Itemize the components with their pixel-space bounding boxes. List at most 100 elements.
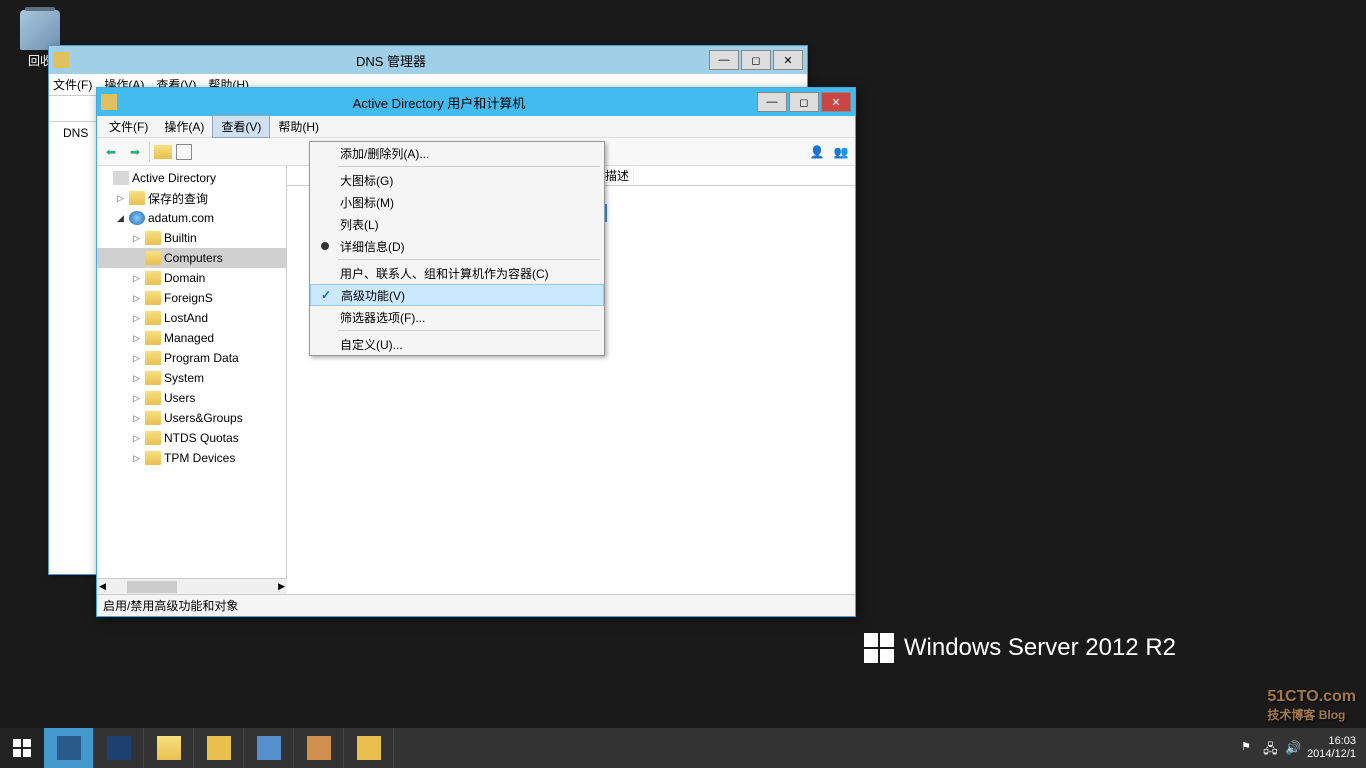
server-manager-icon [57, 736, 81, 760]
tree-arrow-icon[interactable]: ▷ [133, 393, 145, 404]
tree-item-label: adatum.com [148, 211, 214, 225]
close-button[interactable]: ✕ [821, 92, 851, 112]
menu-action[interactable]: 操作(A) [156, 116, 212, 137]
checkmark-icon: ✓ [317, 286, 335, 304]
menu-details[interactable]: 详细信息(D) [310, 235, 604, 257]
flag-icon[interactable]: ⚑ [1241, 740, 1257, 756]
user-icon[interactable]: 👤 [807, 142, 827, 162]
tree-item-ntds-quotas[interactable]: ▷NTDS Quotas [97, 428, 286, 448]
tree-arrow-icon[interactable]: ▷ [133, 433, 145, 444]
tree-item-label: Users [164, 391, 195, 405]
tree-item-adatum-com[interactable]: ◢ adatum.com [97, 208, 286, 228]
clock[interactable]: 16:03 2014/12/1 [1307, 735, 1356, 761]
tree-arrow-icon[interactable]: ▷ [133, 293, 145, 304]
tree-item-managed[interactable]: ▷ Managed [97, 328, 286, 348]
tree-arrow-icon[interactable]: ▷ [133, 453, 145, 464]
tree-item-label: System [164, 371, 204, 385]
menu-large-icons[interactable]: 大图标(G) [310, 169, 604, 191]
menu-view[interactable]: 查看(V) [212, 115, 270, 138]
tree-arrow-icon[interactable]: ▷ [133, 373, 145, 384]
menu-filter-options[interactable]: 筛选器选项(F)... [310, 306, 604, 328]
tree-arrow-icon[interactable]: ▷ [117, 193, 129, 204]
close-button[interactable]: ✕ [773, 50, 803, 70]
dns-titlebar[interactable]: DNS 管理器 — ◻ ✕ [49, 46, 807, 74]
tree-arrow-icon[interactable]: ▷ [133, 313, 145, 324]
maximize-button[interactable]: ◻ [741, 50, 771, 70]
tree-item-computers[interactable]: Computers [97, 248, 286, 268]
tree-item-builtin[interactable]: ▷ Builtin [97, 228, 286, 248]
taskbar-app3[interactable] [294, 728, 344, 768]
properties-icon[interactable] [176, 144, 192, 160]
powershell-icon [107, 736, 131, 760]
radio-dot-icon [316, 237, 334, 255]
tree-item-label: Program Data [164, 351, 239, 365]
taskbar-app2[interactable] [244, 728, 294, 768]
taskbar-app1[interactable] [194, 728, 244, 768]
tree-item-lostand[interactable]: ▷ LostAnd [97, 308, 286, 328]
status-text: 启用/禁用高级功能和对象 [103, 597, 238, 614]
tree-item-foreigns[interactable]: ▷ForeignS [97, 288, 286, 308]
explorer-icon [157, 736, 181, 760]
menu-file[interactable]: 文件(F) [101, 116, 156, 137]
minimize-button[interactable]: — [709, 50, 739, 70]
tree-arrow-icon[interactable]: ◢ [117, 213, 129, 224]
tree-item-program-data[interactable]: ▷ Program Data [97, 348, 286, 368]
folder-icon [145, 271, 161, 285]
folder-icon [145, 311, 161, 325]
tree-arrow-icon[interactable]: ▷ [133, 273, 145, 284]
tree-item-tpm-devices[interactable]: ▷TPM Devices [97, 448, 286, 468]
ad-menubar: 文件(F) 操作(A) 查看(V) 帮助(H) [97, 116, 855, 138]
maximize-button[interactable]: ◻ [789, 92, 819, 112]
menu-customize[interactable]: 自定义(U)... [310, 333, 604, 355]
view-dropdown-menu: 添加/删除列(A)... 大图标(G) 小图标(M) 列表(L) 详细信息(D)… [309, 141, 605, 356]
tree-arrow-icon[interactable]: ▷ [133, 413, 145, 424]
tree-item-label: LostAnd [164, 311, 208, 325]
tree-arrow-icon[interactable]: ▷ [133, 233, 145, 244]
volume-icon[interactable]: 🔊 [1285, 740, 1301, 756]
minimize-button[interactable]: — [757, 92, 787, 112]
tree-arrow-icon[interactable]: ▷ [133, 353, 145, 364]
network-icon[interactable]: 🖧 [1263, 740, 1279, 756]
tree-item-active-directory[interactable]: Active Directory [97, 168, 286, 188]
folder-icon [145, 431, 161, 445]
menu-help[interactable]: 帮助(H) [270, 116, 327, 137]
tree-item-label: Domain [164, 271, 205, 285]
folder-icon [145, 351, 161, 365]
folder-up-icon[interactable] [154, 145, 172, 159]
horizontal-scrollbar[interactable]: ◀ ▶ [97, 578, 287, 594]
folder-icon [145, 251, 161, 265]
tree-item-label: Users&Groups [164, 411, 243, 425]
app-icon [53, 52, 69, 68]
forward-icon[interactable]: ➡ [125, 142, 145, 162]
scrollbar-thumb[interactable] [127, 581, 177, 593]
tree-item-users-groups[interactable]: ▷ Users&Groups [97, 408, 286, 428]
taskbar-powershell[interactable] [94, 728, 144, 768]
taskbar-explorer[interactable] [144, 728, 194, 768]
ad-titlebar[interactable]: Active Directory 用户和计算机 — ◻ ✕ [97, 88, 855, 116]
menu-list[interactable]: 列表(L) [310, 213, 604, 235]
tree-item--[interactable]: ▷保存的查询 [97, 188, 286, 208]
group-icon[interactable]: 👥 [831, 142, 851, 162]
tree-item-label: Managed [164, 331, 214, 345]
tree-item-label: Builtin [164, 231, 197, 245]
taskbar-server-manager[interactable] [44, 728, 94, 768]
taskbar-app4[interactable] [344, 728, 394, 768]
menu-add-remove-columns[interactable]: 添加/删除列(A)... [310, 142, 604, 164]
system-tray: ⚑ 🖧 🔊 16:03 2014/12/1 [1241, 735, 1366, 761]
col-desc[interactable]: 描述 [601, 167, 634, 184]
tree-item-domain[interactable]: ▷ Domain [97, 268, 286, 288]
menu-small-icons[interactable]: 小图标(M) [310, 191, 604, 213]
ad-tree-pane[interactable]: Active Directory▷保存的查询◢adatum.com▷Builti… [97, 166, 287, 594]
start-button[interactable] [0, 728, 44, 768]
dns-menu-file[interactable]: 文件(F) [53, 76, 92, 93]
app-icon [101, 94, 117, 110]
menu-advanced-features[interactable]: ✓高级功能(V) [310, 284, 604, 306]
folder-icon [145, 391, 161, 405]
tree-arrow-icon[interactable]: ▷ [133, 333, 145, 344]
folder-icon [145, 291, 161, 305]
tree-item-system[interactable]: ▷ System [97, 368, 286, 388]
tree-item-users[interactable]: ▷ Users [97, 388, 286, 408]
menu-users-as-containers[interactable]: 用户、联系人、组和计算机作为容器(C) [310, 262, 604, 284]
tree-item-label: Active Directory [132, 171, 216, 185]
back-icon[interactable]: ⬅ [101, 142, 121, 162]
